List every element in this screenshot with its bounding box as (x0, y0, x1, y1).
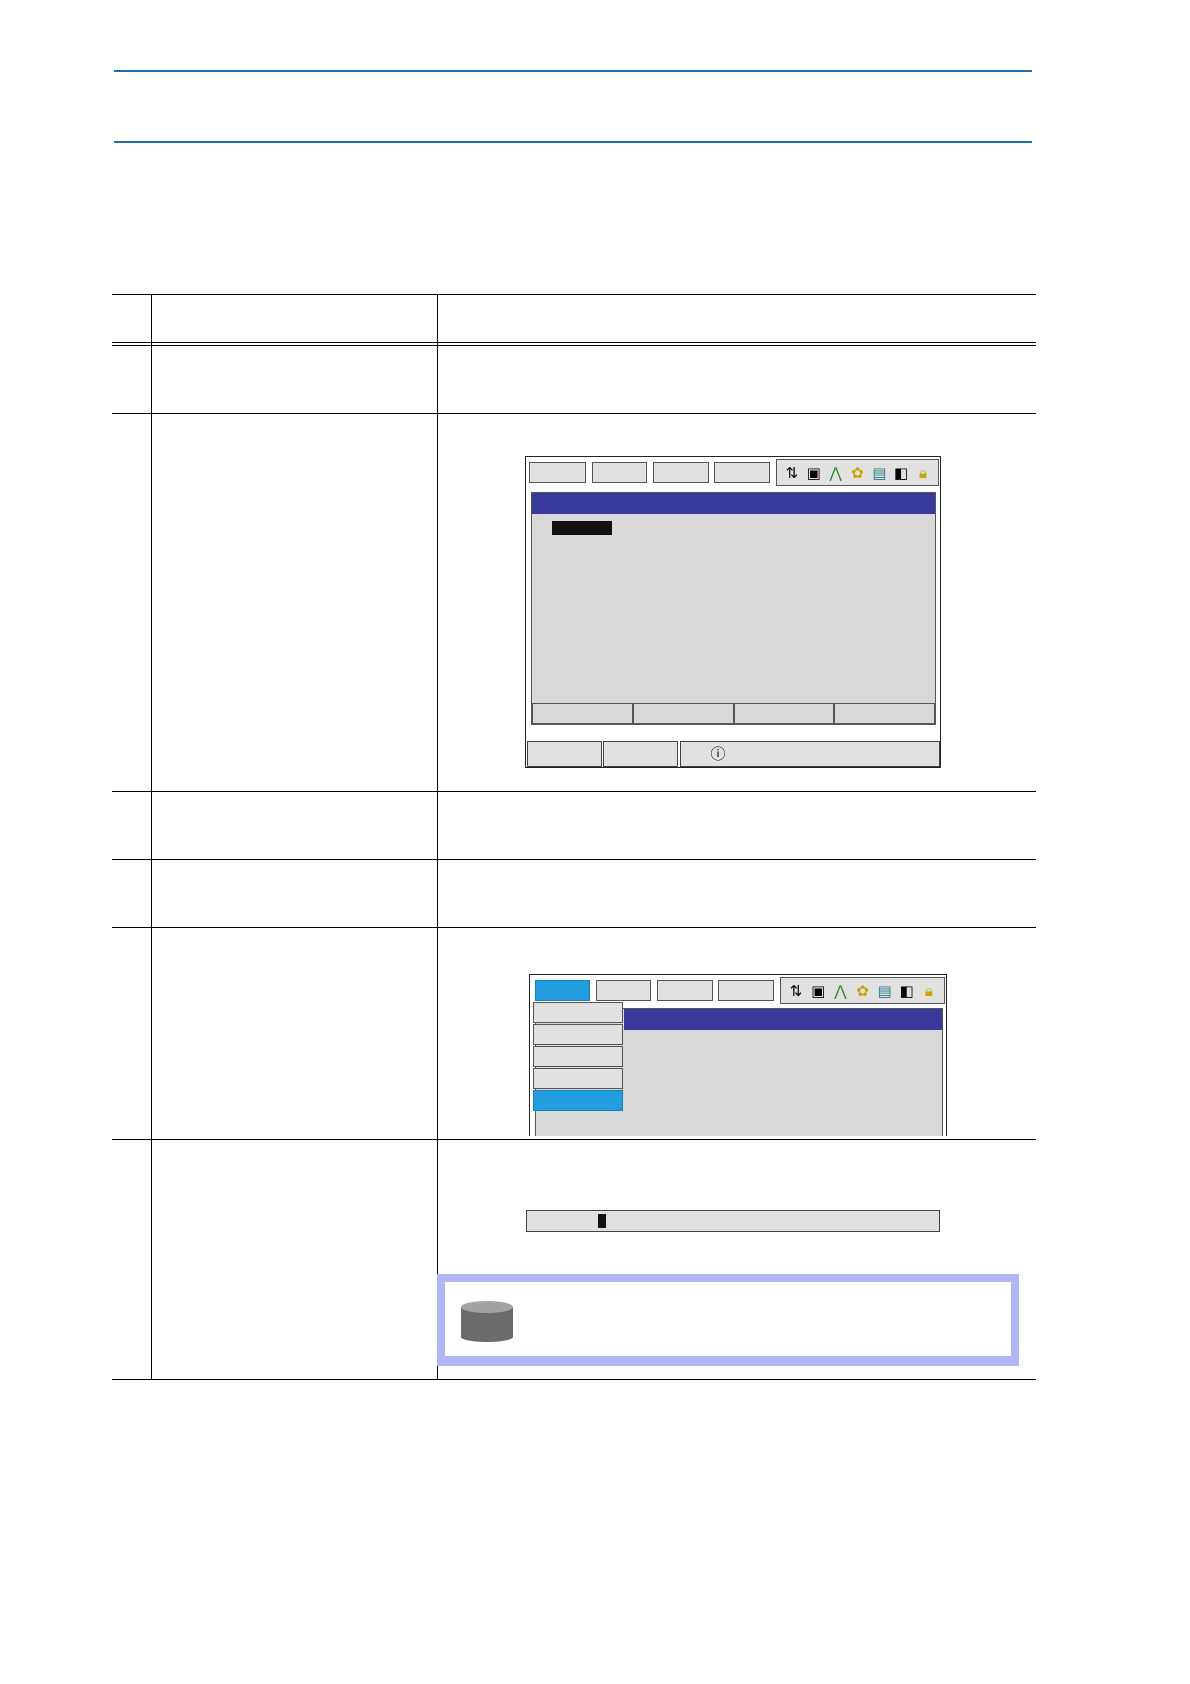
pulldown-menu-item-selected[interactable] (533, 1090, 623, 1111)
status-icon-bar: ⇅ ▣ ⋀ ✿ ▤ ◧ 🔒︎ (776, 459, 939, 486)
pulldown-menu-item-3[interactable] (533, 1046, 623, 1067)
row-separator (112, 1139, 1036, 1140)
pendant-screen-menu: ⇅ ▣ ⋀ ✿ ▤ ◧ 🔒︎ (529, 974, 947, 1136)
function-key-1[interactable] (532, 703, 633, 724)
table-bottom-border (112, 1379, 1036, 1380)
simple-menu-tab[interactable] (596, 980, 651, 1001)
row-separator (112, 859, 1036, 860)
header-separator (112, 342, 1036, 343)
window-title-bar (624, 1009, 942, 1030)
edit-mode-icon: ▣ (811, 981, 826, 1000)
pulldown-menu-item-2[interactable] (533, 1024, 623, 1045)
table-top-border (112, 294, 1036, 295)
row-separator (112, 927, 1036, 928)
input-cursor (598, 1214, 606, 1228)
note-box (437, 1274, 1019, 1364)
frame-icon: ▤ (877, 981, 892, 1000)
status-icon-bar: ⇅ ▣ ⋀ ✿ ▤ ◧ 🔒︎ (780, 977, 945, 1004)
pulldown-menu-item-1[interactable] (533, 1002, 623, 1023)
header-separator-double (112, 345, 1036, 346)
function-key-2[interactable] (633, 703, 734, 724)
column-separator (151, 294, 152, 1380)
input-line[interactable] (526, 1210, 940, 1232)
pulldown-menu-item-4[interactable] (533, 1068, 623, 1089)
note-box-bottom-band (437, 1358, 1019, 1366)
main-menu-tab[interactable] (535, 980, 590, 1001)
column-separator (437, 294, 438, 1380)
function-key-4[interactable] (834, 703, 935, 724)
selected-field-highlight[interactable] (552, 521, 612, 535)
pendant-screen-main: ⇅ ▣ ⋀ ✿ ▤ ◧ 🔒︎ ⓘ (525, 456, 941, 768)
status-key-2[interactable] (603, 741, 678, 767)
motion-type-icon: ⋀ (834, 981, 847, 1000)
header-top-rule (114, 70, 1032, 72)
motion-type-icon: ⋀ (829, 463, 842, 482)
robot-status-icon: ✿ (851, 463, 864, 482)
security-lock-icon: 🔒︎ (924, 981, 933, 1000)
header-bottom-rule (114, 141, 1032, 143)
main-display-panel (531, 492, 936, 725)
database-cylinder-icon (461, 1301, 513, 1342)
menu-tab-4[interactable] (714, 462, 770, 483)
security-lock-icon: 🔒︎ (918, 463, 927, 482)
status-key-1[interactable] (527, 741, 602, 767)
frame-icon: ▤ (872, 463, 887, 482)
menu-tab-3[interactable] (657, 980, 713, 1001)
main-menu-tab[interactable] (529, 462, 586, 483)
menu-tab-3[interactable] (653, 462, 709, 483)
function-key-3[interactable] (734, 703, 834, 724)
axis-toggle-icon: ⇅ (789, 981, 803, 1000)
row-separator (112, 413, 1036, 414)
storage-icon: ◧ (899, 981, 914, 1000)
storage-icon: ◧ (894, 463, 909, 482)
menu-tab-4[interactable] (718, 980, 774, 1001)
simple-menu-tab[interactable] (592, 462, 647, 483)
row-separator (112, 791, 1036, 792)
axis-toggle-icon: ⇅ (785, 463, 799, 482)
message-line[interactable]: ⓘ (680, 741, 940, 767)
window-title-bar (532, 493, 935, 514)
robot-status-icon: ✿ (856, 981, 869, 1000)
info-bubble-icon: ⓘ (710, 745, 726, 763)
edit-mode-icon: ▣ (806, 463, 821, 482)
